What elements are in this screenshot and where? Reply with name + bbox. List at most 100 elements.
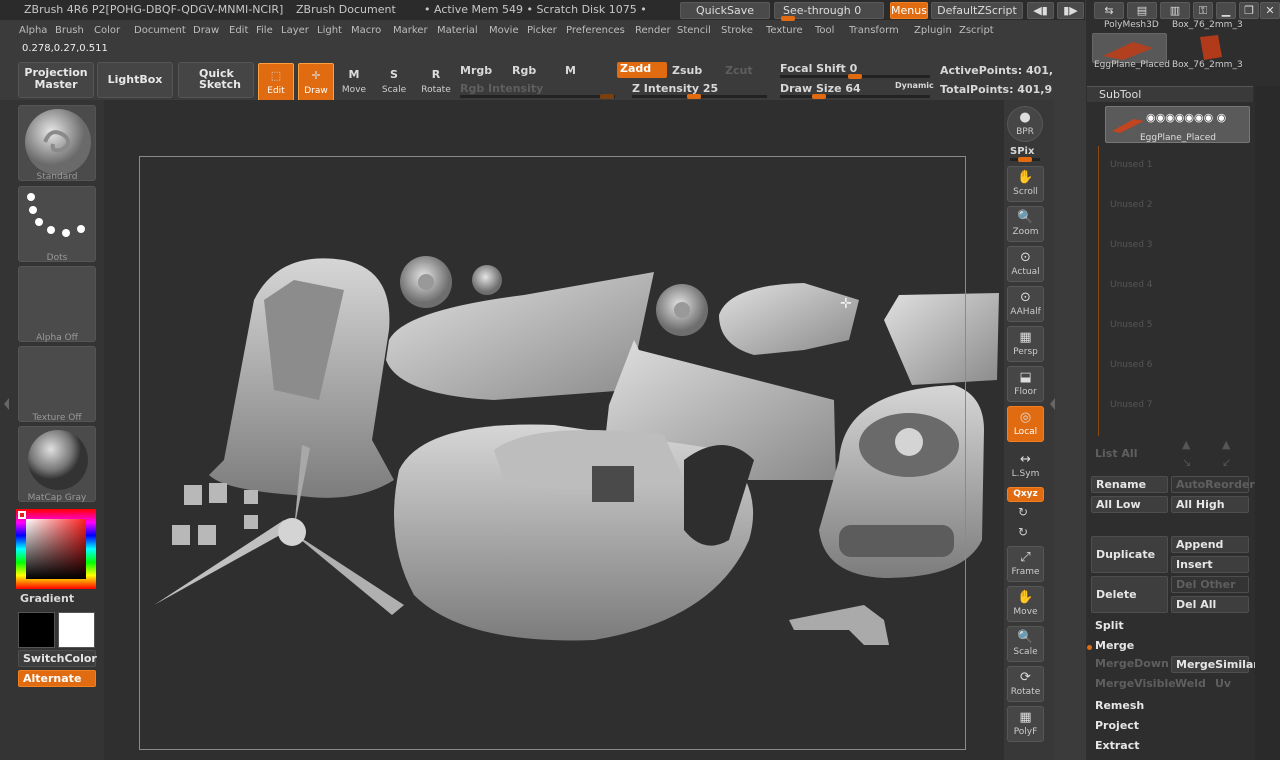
move-view-button[interactable]: ✋ Move	[1007, 586, 1044, 622]
menu-material[interactable]: Material	[437, 25, 478, 36]
stroke-selector[interactable]: Dots	[18, 186, 96, 263]
draw-mode-button[interactable]: ✛ Draw	[298, 63, 334, 101]
rotate-mode-button[interactable]: R Rotate	[418, 63, 454, 101]
menu-layer[interactable]: Layer	[281, 25, 309, 36]
see-through-slider[interactable]: See-through 0	[774, 2, 884, 21]
tool-thumb-box[interactable]	[1172, 33, 1247, 63]
collapse-right-icon[interactable]	[1050, 398, 1055, 410]
spix-slider[interactable]: SPix	[1010, 146, 1034, 157]
lsym-button[interactable]: ↔ L.Sym	[1007, 452, 1044, 480]
brush-selector[interactable]: Standard	[18, 105, 96, 182]
split-section[interactable]: Split	[1091, 618, 1249, 635]
zadd-toggle[interactable]: Zadd	[617, 62, 667, 78]
menu-edit[interactable]: Edit	[229, 25, 248, 36]
persp-button[interactable]: ▦ Persp	[1007, 326, 1044, 362]
rename-button[interactable]: Rename	[1091, 476, 1168, 493]
floor-button[interactable]: ⬓ Floor	[1007, 366, 1044, 402]
merge-section[interactable]: Merge	[1091, 638, 1249, 655]
subtool-item-selected[interactable]: ◉◉◉◉◉◉◉ ◉ EggPlane_Placed	[1105, 106, 1250, 143]
lightbox-button[interactable]: LightBox	[97, 62, 173, 98]
layout-icon[interactable]: ▥	[1160, 2, 1190, 19]
menu-transform[interactable]: Transform	[849, 25, 899, 36]
xyz-button[interactable]: Qxyz	[1007, 487, 1044, 502]
projection-master-button[interactable]: Projection Master	[18, 62, 94, 98]
menu-draw[interactable]: Draw	[193, 25, 219, 36]
mergevisible-button[interactable]: MergeVisible	[1091, 676, 1176, 693]
menu-texture[interactable]: Texture	[766, 25, 803, 36]
menu-zplugin[interactable]: Zplugin	[914, 25, 952, 36]
subtool-slot-7[interactable]: Unused 7	[1110, 400, 1153, 410]
quick-sketch-button[interactable]: Quick Sketch	[178, 62, 254, 98]
rgb-toggle[interactable]: Rgb	[512, 64, 536, 77]
default-zscript-button[interactable]: DefaultZScript	[931, 2, 1023, 19]
list-all-button[interactable]: List All	[1091, 446, 1167, 463]
restore-icon[interactable]: ❐	[1239, 2, 1259, 19]
scroll-button[interactable]: ✋ Scroll	[1007, 166, 1044, 202]
alternate-button[interactable]: Alternate	[18, 670, 96, 687]
delete-button[interactable]: Delete	[1091, 576, 1168, 613]
bpr-button[interactable]: ● BPR	[1007, 106, 1043, 142]
aahalf-button[interactable]: ⊙ AAHalf	[1007, 286, 1044, 322]
subtool-slot-5[interactable]: Unused 5	[1110, 320, 1153, 330]
menu-marker[interactable]: Marker	[393, 25, 428, 36]
scroll-left-icon[interactable]: ◀▮	[1027, 2, 1054, 19]
insert-button[interactable]: Insert	[1171, 556, 1249, 573]
subtool-slot-3[interactable]: Unused 3	[1110, 240, 1153, 250]
close-icon[interactable]: ✕	[1260, 2, 1280, 19]
append-button[interactable]: Append	[1171, 536, 1249, 553]
rotate-view-button[interactable]: ⟳ Rotate	[1007, 666, 1044, 702]
local-button[interactable]: ◎ Local	[1007, 406, 1044, 442]
zcut-toggle[interactable]: Zcut	[725, 64, 753, 77]
zoom-button[interactable]: 🔍 Zoom	[1007, 206, 1044, 242]
rotate-y-icon[interactable]: ↻	[1018, 505, 1028, 519]
z-intensity-slider[interactable]: Z Intensity 25	[632, 82, 718, 95]
move-top-icon[interactable]: ▲	[1222, 438, 1230, 451]
move-mode-button[interactable]: M Move	[336, 63, 372, 101]
menu-picker[interactable]: Picker	[527, 25, 557, 36]
move-bottom-icon[interactable]: ↙	[1222, 456, 1231, 469]
menu-stroke[interactable]: Stroke	[721, 25, 753, 36]
remesh-section[interactable]: Remesh	[1091, 698, 1249, 715]
color-square[interactable]	[26, 519, 86, 579]
all-low-button[interactable]: All Low	[1091, 496, 1168, 513]
lock-icon[interactable]: ⚿	[1193, 2, 1213, 19]
tool-thumb-eggplane[interactable]	[1092, 33, 1167, 63]
uv-toggle[interactable]: Uv	[1211, 676, 1249, 693]
focal-shift-track[interactable]	[780, 74, 930, 79]
scale-mode-button[interactable]: S Scale	[376, 63, 412, 101]
edit-mode-button[interactable]: ⬚ Edit	[258, 63, 294, 101]
rotate-z-icon[interactable]: ↻	[1018, 525, 1028, 539]
scale-view-button[interactable]: 🔍 Scale	[1007, 626, 1044, 662]
menu-movie[interactable]: Movie	[489, 25, 519, 36]
menu-color[interactable]: Color	[94, 25, 120, 36]
minimize-icon[interactable]: ▁	[1216, 2, 1236, 19]
project-section[interactable]: Project	[1091, 718, 1249, 735]
reorder-arrows[interactable]: ▲ ▲ ↘ ↙	[1174, 438, 1248, 472]
menu-zscript[interactable]: Zscript	[959, 25, 994, 36]
menu-document[interactable]: Document	[134, 25, 186, 36]
secondary-color-swatch[interactable]	[58, 612, 95, 648]
collapse-left-icon[interactable]	[4, 398, 9, 410]
subtool-slot-4[interactable]: Unused 4	[1110, 280, 1153, 290]
autoreorder-button[interactable]: AutoReorder	[1171, 476, 1255, 493]
alpha-selector[interactable]: Alpha Off	[18, 266, 96, 343]
menu-render[interactable]: Render	[635, 25, 671, 36]
menu-light[interactable]: Light	[317, 25, 342, 36]
m-toggle[interactable]: M	[565, 64, 576, 77]
zsub-toggle[interactable]: Zsub	[672, 64, 702, 77]
swap-panel-icon[interactable]: ⇆	[1094, 2, 1124, 19]
frame-button[interactable]: ⤢ Frame	[1007, 546, 1044, 582]
quicksave-button[interactable]: QuickSave	[680, 2, 770, 19]
rgb-intensity-slider[interactable]: Rgb Intensity	[460, 82, 543, 95]
docking-icon[interactable]: ▤	[1127, 2, 1157, 19]
mergedown-button[interactable]: MergeDown	[1091, 656, 1169, 673]
subtool-slot-1[interactable]: Unused 1	[1110, 160, 1153, 170]
panel-scrollbar[interactable]	[1255, 86, 1280, 760]
duplicate-button[interactable]: Duplicate	[1091, 536, 1168, 573]
focal-shift-slider[interactable]: Focal Shift 0	[780, 62, 857, 75]
menu-tool[interactable]: Tool	[815, 25, 834, 36]
del-all-button[interactable]: Del All	[1171, 596, 1249, 613]
menu-preferences[interactable]: Preferences	[566, 25, 625, 36]
z-intensity-track[interactable]	[632, 94, 767, 99]
scroll-right-icon[interactable]: ▮▶	[1057, 2, 1084, 19]
